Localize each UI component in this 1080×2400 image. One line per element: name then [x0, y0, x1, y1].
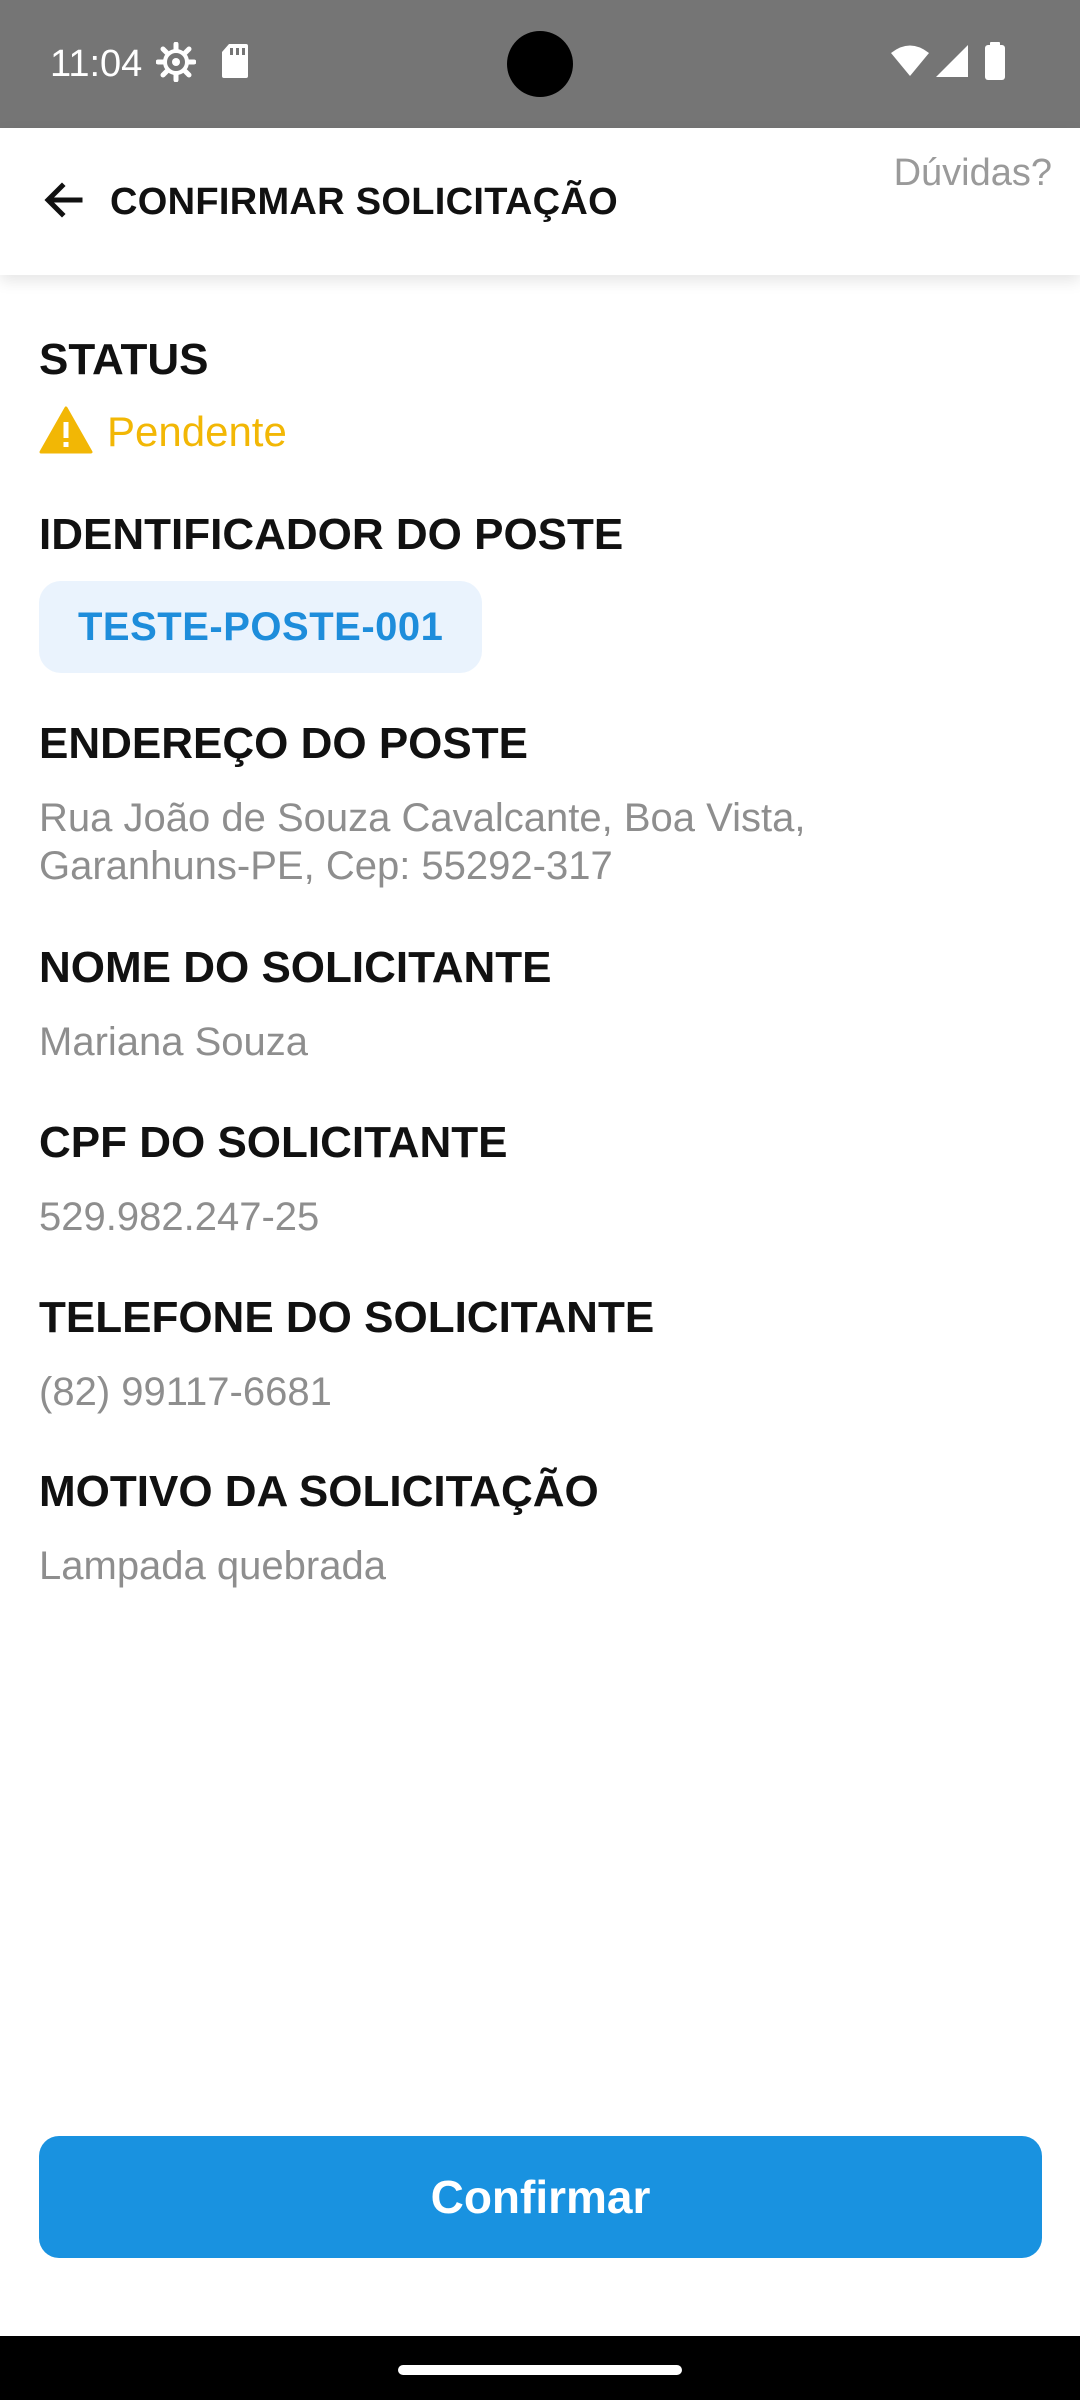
pole-id-chip: TESTE-POSTE-001: [39, 581, 482, 673]
phone-value: (82) 99117-6681: [39, 1370, 332, 1414]
cpf-value: 529.982.247-25: [39, 1195, 320, 1239]
navigation-bar: [0, 2336, 1080, 2400]
reason-value: Lampada quebrada: [39, 1544, 386, 1588]
address-label: ENDEREÇO DO POSTE: [39, 719, 528, 768]
requester-name-value: Mariana Souza: [39, 1020, 309, 1064]
pole-id-label: IDENTIFICADOR DO POSTE: [39, 510, 624, 559]
address-line-2: Garanhuns-PE, Cep: 55292-317: [39, 844, 613, 888]
reason-label: MOTIVO DA SOLICITAÇÃO: [39, 1467, 599, 1516]
page-title: CONFIRMAR SOLICITAÇÃO: [110, 181, 618, 223]
help-link[interactable]: Dúvidas?: [894, 150, 1052, 196]
phone-label: TELEFONE DO SOLICITANTE: [39, 1293, 655, 1342]
battery-icon: [984, 42, 1006, 85]
address-line-1: Rua João de Souza Cavalcante, Boa Vista,: [39, 796, 806, 840]
camera-cutout: [507, 31, 573, 97]
warning-icon: [39, 406, 93, 459]
app-bar: CONFIRMAR SOLICITAÇÃO Dúvidas?: [0, 128, 1080, 275]
back-button[interactable]: [30, 168, 98, 236]
requester-name-label: NOME DO SOLICITANTE: [39, 943, 552, 992]
status-value: Pendente: [107, 408, 287, 455]
pole-id-value: TESTE-POSTE-001: [78, 604, 444, 649]
screen: 11:04 CONFIRMAR SOLICITAÇÃO Dúvidas? STA…: [0, 0, 1080, 2400]
wifi-icon: [890, 44, 930, 83]
home-gesture-handle[interactable]: [398, 2365, 682, 2375]
status-indicator: Pendente: [39, 405, 287, 459]
cpf-label: CPF DO SOLICITANTE: [39, 1118, 508, 1167]
status-time: 11:04: [50, 43, 143, 85]
address-value: Rua João de Souza Cavalcante, Boa Vista,…: [39, 794, 939, 890]
sd-card-icon: [220, 42, 250, 85]
confirm-button[interactable]: Confirmar: [39, 2136, 1042, 2258]
arrow-back-icon: [40, 176, 88, 229]
status-bar: 11:04: [0, 0, 1080, 128]
settings-gear-icon: [155, 41, 197, 87]
status-label: STATUS: [39, 335, 209, 384]
cellular-signal-icon: [935, 44, 969, 83]
